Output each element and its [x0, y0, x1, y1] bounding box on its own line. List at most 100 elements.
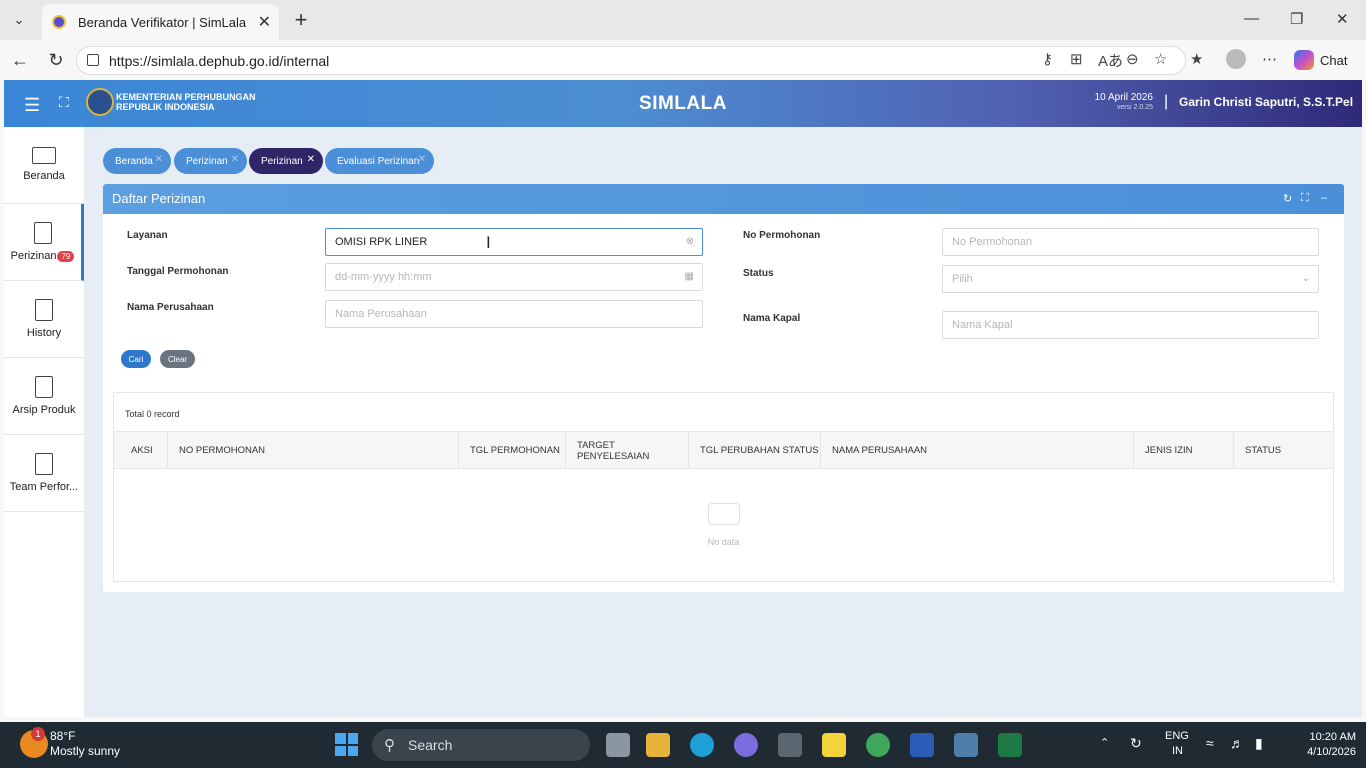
zoom-icon[interactable]: ⊖	[1126, 50, 1139, 68]
camera-icon[interactable]	[778, 733, 802, 757]
crumb-label: Beranda	[115, 155, 153, 167]
windows-start-icon[interactable]	[335, 733, 358, 756]
word-icon[interactable]	[910, 733, 934, 757]
sticky-notes-icon[interactable]	[822, 733, 846, 757]
reload-icon[interactable]: ↻	[44, 48, 68, 72]
minimize-icon[interactable]: —	[1244, 10, 1259, 27]
calculator-icon[interactable]	[954, 733, 978, 757]
apps-icon[interactable]: ⊞	[1070, 50, 1083, 68]
more-menu-icon[interactable]: ⋯	[1262, 50, 1277, 68]
clock[interactable]: 10:20 AM 4/10/2026	[1280, 730, 1356, 760]
taskbar-search[interactable]: ⚲ Search	[372, 729, 590, 761]
copilot-app-icon[interactable]	[734, 733, 758, 757]
refresh-icon[interactable]: ↻	[1283, 192, 1292, 205]
clock-time: 10:20 AM	[1309, 731, 1356, 743]
text-cursor-icon: I	[486, 233, 491, 252]
site-favicon-icon	[52, 15, 66, 29]
tab-evaluasi-perizinan[interactable]: Evaluasi Perizinan ✕	[325, 148, 434, 174]
battery-icon[interactable]: ▮	[1255, 735, 1263, 752]
header-date: 10 April 2026	[1094, 92, 1153, 103]
clear-button[interactable]: Clear	[160, 350, 195, 368]
excel-icon[interactable]	[998, 733, 1022, 757]
status-select[interactable]: Pilih ⌄	[942, 265, 1319, 293]
new-tab-plus-icon[interactable]: +	[288, 6, 314, 34]
password-key-icon[interactable]: ⚷	[1042, 50, 1053, 68]
wifi-icon[interactable]: ≈	[1206, 735, 1214, 751]
back-arrow-icon[interactable]: ←	[8, 48, 32, 72]
restore-icon[interactable]: ❐	[1290, 10, 1303, 28]
user-name[interactable]: Garin Christi Saputri, S.S.T.Pel	[1179, 95, 1353, 109]
app-container: ☰ ⛶ KEMENTERIAN PERHUBUNGAN REPUBLIK IND…	[4, 80, 1362, 717]
edge-browser-icon[interactable]	[690, 733, 714, 757]
sync-icon[interactable]: ↻	[1130, 735, 1142, 752]
close-tab-icon[interactable]: ✕	[258, 12, 271, 32]
chevron-down-icon: ⌄	[1301, 273, 1310, 284]
layanan-label: Layanan	[127, 230, 168, 241]
favorite-star-icon[interactable]: ☆	[1154, 50, 1167, 68]
status-placeholder: Pilih	[952, 273, 973, 285]
site-info-icon[interactable]	[87, 54, 99, 66]
weather-temp[interactable]: 88°F	[50, 729, 75, 743]
panel-header: Daftar Perizinan ↻ ⛶ –	[103, 184, 1344, 214]
address-bar[interactable]: https://simlala.dephub.go.id/internal	[76, 46, 1186, 75]
sidebar-item-history[interactable]: History	[4, 281, 84, 358]
favorites-list-icon[interactable]: ★	[1190, 50, 1203, 68]
nama-perusahaan-field[interactable]: Nama Perusahaan	[325, 300, 703, 328]
copilot-chat-button[interactable]: Chat	[1294, 46, 1356, 74]
file-explorer-icon[interactable]	[646, 733, 670, 757]
expand-icon[interactable]: ⛶	[1301, 192, 1309, 205]
search-icon: ⚲	[384, 737, 395, 754]
sidebar-item-team-performance[interactable]: Team Perfor...	[4, 435, 84, 512]
app-version: versi 2.0.25	[1116, 104, 1153, 111]
close-icon[interactable]: ✕	[231, 154, 239, 165]
clock-date: 4/10/2026	[1307, 746, 1356, 758]
tab-perizinan-active[interactable]: Perizinan ✕	[249, 148, 323, 174]
nama-kapal-field[interactable]: Nama Kapal	[942, 311, 1319, 339]
col-tgl-permohonan: TGL PERMOHONAN	[459, 432, 566, 469]
tab-bar: ⌄ Beranda Verifikator | SimLala ✕ + — ❐ …	[0, 0, 1366, 40]
cari-button[interactable]: Cari	[121, 350, 151, 368]
app-header: ☰ ⛶ KEMENTERIAN PERHUBUNGAN REPUBLIK IND…	[4, 80, 1362, 127]
no-permohonan-field[interactable]: No Permohonan	[942, 228, 1319, 256]
tray-chevron-up-icon[interactable]: ⌃	[1100, 736, 1109, 749]
search-label: Search	[408, 737, 453, 753]
close-icon[interactable]: ✕	[418, 154, 426, 165]
language-eng[interactable]: ENG	[1165, 730, 1189, 742]
browser-tab[interactable]: Beranda Verifikator | SimLala ✕	[42, 4, 279, 40]
tanggal-permohonan-field[interactable]: dd-mm-yyyy hh:mm ▦	[325, 263, 703, 291]
sidebar-item-beranda[interactable]: Beranda	[4, 127, 84, 204]
sidebar-item-label: Arsip Produk	[12, 404, 76, 416]
close-window-icon[interactable]: ✕	[1336, 10, 1349, 28]
layanan-select[interactable]: OMISI RPK LINER ⊗	[325, 228, 703, 256]
tab-list-chevron-icon[interactable]: ⌄	[6, 7, 32, 33]
calendar-icon[interactable]: ▦	[685, 271, 694, 282]
clear-selection-icon[interactable]: ⊗	[686, 236, 694, 247]
browser-window: ⌄ Beranda Verifikator | SimLala ✕ + — ❐ …	[0, 0, 1366, 722]
sidebar-item-label: History	[26, 327, 62, 339]
layanan-value: OMISI RPK LINER	[335, 236, 428, 248]
no-data-text: No data	[707, 537, 740, 547]
col-tgl-perubahan-status: TGL PERUBAHAN STATUS	[689, 432, 821, 469]
empty-inbox-icon	[708, 503, 740, 525]
sidebar-item-perizinan[interactable]: Perizinan 79	[4, 204, 84, 281]
close-icon[interactable]: ✕	[307, 154, 315, 165]
profile-avatar[interactable]	[1226, 49, 1246, 69]
close-icon[interactable]: ✕	[155, 154, 163, 165]
col-nama-perusahaan: NAMA PERUSAHAAN	[821, 432, 1134, 469]
language-in[interactable]: IN	[1172, 745, 1183, 757]
tab-beranda[interactable]: Beranda ✕	[103, 148, 171, 174]
col-aksi: AKSI	[114, 432, 168, 469]
total-record: Total 0 record	[125, 409, 180, 419]
tab-title: Beranda Verifikator | SimLala	[78, 14, 247, 30]
translate-icon[interactable]: Aあ	[1098, 50, 1123, 71]
sidebar-item-arsip-produk[interactable]: Arsip Produk	[4, 358, 84, 435]
tab-perizinan[interactable]: Perizinan ✕	[174, 148, 247, 174]
task-view-icon[interactable]	[606, 733, 630, 757]
chrome-icon[interactable]	[866, 733, 890, 757]
minimize-panel-icon[interactable]: –	[1321, 192, 1327, 204]
volume-icon[interactable]: ♬	[1230, 735, 1244, 751]
crumb-label: Perizinan	[186, 155, 228, 167]
count-badge: 79	[57, 251, 75, 262]
col-target-penyelesaian: TARGET PENYELESAIAN	[566, 432, 689, 469]
weather-condition[interactable]: Mostly sunny	[50, 744, 120, 758]
